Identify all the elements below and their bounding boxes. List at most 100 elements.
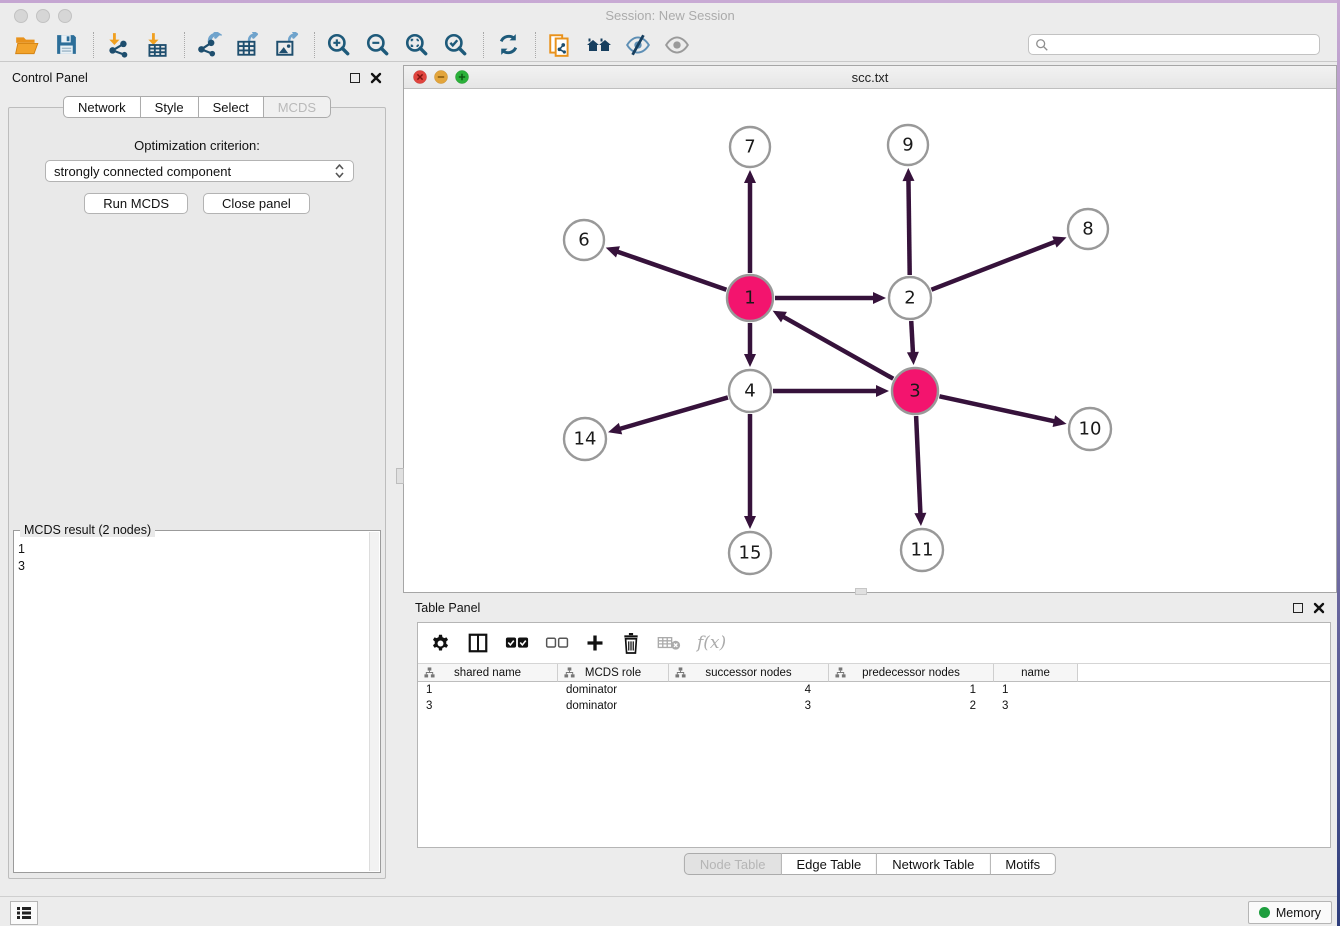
graph-edge-2-9[interactable] (908, 178, 909, 275)
window-title: Session: New Session (0, 8, 1340, 23)
graph-node-label: 4 (744, 381, 755, 402)
open-session-icon[interactable] (12, 30, 42, 60)
float-panel-icon[interactable] (1293, 603, 1303, 613)
zoom-selected-icon[interactable] (441, 30, 471, 60)
graph-edge-3-1[interactable] (781, 316, 893, 379)
tab-network[interactable]: Network (63, 96, 141, 118)
graph-edge-1-6[interactable] (615, 251, 726, 290)
column-label: shared name (454, 667, 521, 679)
cell-predecessor-nodes[interactable]: 1 (829, 682, 994, 698)
cell-mcds-role[interactable]: dominator (558, 682, 669, 698)
columns-icon[interactable] (467, 632, 489, 654)
cell-name[interactable]: 3 (994, 698, 1078, 714)
close-panel-button[interactable]: Close panel (203, 193, 310, 214)
graph-edge-arrowhead (907, 352, 919, 365)
hide-panel-eye-icon[interactable] (623, 30, 653, 60)
column-header-shared-name[interactable]: shared name (418, 664, 558, 682)
tab-network-table[interactable]: Network Table (877, 853, 990, 875)
column-header-mcds-role[interactable]: MCDS role (558, 664, 669, 682)
column-header-name[interactable]: name (994, 664, 1078, 682)
network-canvas[interactable]: 7968124314101511 (404, 89, 1336, 592)
cell-shared-name[interactable]: 1 (418, 682, 558, 698)
tab-mcds[interactable]: MCDS (264, 96, 331, 118)
save-session-icon[interactable] (51, 30, 81, 60)
node-table: f(x) shared name MCDS role successor nod… (417, 622, 1331, 848)
zoom-fit-icon[interactable] (402, 30, 432, 60)
delete-table-icon[interactable] (657, 635, 681, 651)
mcds-panel-body: Optimization criterion: strongly connect… (8, 107, 386, 879)
function-builder-icon[interactable]: f(x) (697, 633, 726, 653)
network-view-window: scc.txt 7968124314101511 (403, 65, 1337, 593)
zoom-out-icon[interactable] (363, 30, 393, 60)
import-network-icon[interactable] (103, 30, 133, 60)
table-row[interactable]: 3 dominator 3 2 3 (418, 698, 1330, 714)
cell-predecessor-nodes[interactable]: 2 (829, 698, 994, 714)
float-panel-icon[interactable] (350, 73, 360, 83)
cell-successor-nodes[interactable]: 4 (669, 682, 829, 698)
show-eye-icon[interactable] (662, 30, 692, 60)
toolbar-separator (483, 32, 484, 58)
graph-edge-arrowhead (744, 170, 756, 183)
desktop-edge (0, 0, 1340, 3)
close-panel-icon[interactable] (1313, 602, 1325, 614)
add-column-icon[interactable] (585, 633, 605, 653)
panel-divider-grip[interactable] (396, 468, 404, 484)
duplicate-network-icon[interactable] (545, 30, 575, 60)
panel-divider-grip[interactable] (855, 588, 867, 595)
graph-edge-3-11[interactable] (916, 416, 920, 516)
cell-successor-nodes[interactable]: 3 (669, 698, 829, 714)
graph-node-label: 3 (909, 381, 920, 402)
graph-node-label: 8 (1082, 219, 1093, 240)
tab-node-table[interactable]: Node Table (684, 853, 782, 875)
deselect-all-icon[interactable] (545, 636, 569, 650)
export-table-icon[interactable] (233, 30, 263, 60)
cell-shared-name[interactable]: 3 (418, 698, 558, 714)
graph-edge-2-3[interactable] (911, 321, 913, 355)
header-filler (1078, 664, 1330, 682)
graph-node-label: 11 (911, 540, 934, 561)
tab-style[interactable]: Style (141, 96, 199, 118)
criterion-select[interactable]: strongly connected component (45, 160, 354, 182)
import-table-icon[interactable] (142, 30, 172, 60)
select-all-icon[interactable] (505, 636, 529, 650)
graph-edge-3-10[interactable] (939, 396, 1056, 421)
cell-mcds-role[interactable]: dominator (558, 698, 669, 714)
toolbar-separator (184, 32, 185, 58)
refresh-layout-icon[interactable] (493, 30, 523, 60)
close-panel-icon[interactable] (370, 72, 382, 84)
tab-select[interactable]: Select (199, 96, 264, 118)
delete-column-icon[interactable] (621, 632, 641, 654)
network-window-titlebar[interactable]: scc.txt (404, 66, 1336, 89)
search-input[interactable] (1049, 38, 1313, 52)
application-window: Session: New Session (0, 0, 1340, 926)
memory-button[interactable]: Memory (1248, 901, 1332, 924)
graph-node-label: 1 (744, 288, 755, 309)
column-header-predecessor-nodes[interactable]: predecessor nodes (829, 664, 994, 682)
tab-motifs[interactable]: Motifs (990, 853, 1056, 875)
table-header-row: shared name MCDS role successor nodes pr… (418, 663, 1330, 682)
gear-icon[interactable] (430, 633, 451, 654)
search-field[interactable] (1028, 34, 1320, 55)
graph-node-label: 2 (904, 288, 915, 309)
export-network-icon[interactable] (194, 30, 224, 60)
run-mcds-button[interactable]: Run MCDS (84, 193, 188, 214)
list-icon (16, 906, 32, 920)
graph-edge-2-8[interactable] (931, 241, 1057, 290)
home-networks-icon[interactable] (584, 30, 614, 60)
task-history-button[interactable] (10, 901, 38, 925)
mcds-result-box: MCDS result (2 nodes) 1 3 (13, 530, 381, 873)
mcds-result-values[interactable]: 1 3 (18, 541, 368, 870)
graph-edge-4-14[interactable] (618, 397, 728, 429)
table-row[interactable]: 1 dominator 4 1 1 (418, 682, 1330, 698)
tab-edge-table[interactable]: Edge Table (781, 853, 877, 875)
search-icon (1035, 38, 1049, 52)
table-toolbar: f(x) (418, 623, 1330, 663)
result-scrollbar[interactable] (369, 532, 379, 871)
export-image-icon[interactable] (272, 30, 302, 60)
column-header-successor-nodes[interactable]: successor nodes (669, 664, 829, 682)
hierarchy-icon (424, 667, 435, 678)
cell-name[interactable]: 1 (994, 682, 1078, 698)
status-bar: Memory (0, 896, 1340, 926)
zoom-in-icon[interactable] (324, 30, 354, 60)
graph-node-label: 10 (1079, 419, 1102, 440)
